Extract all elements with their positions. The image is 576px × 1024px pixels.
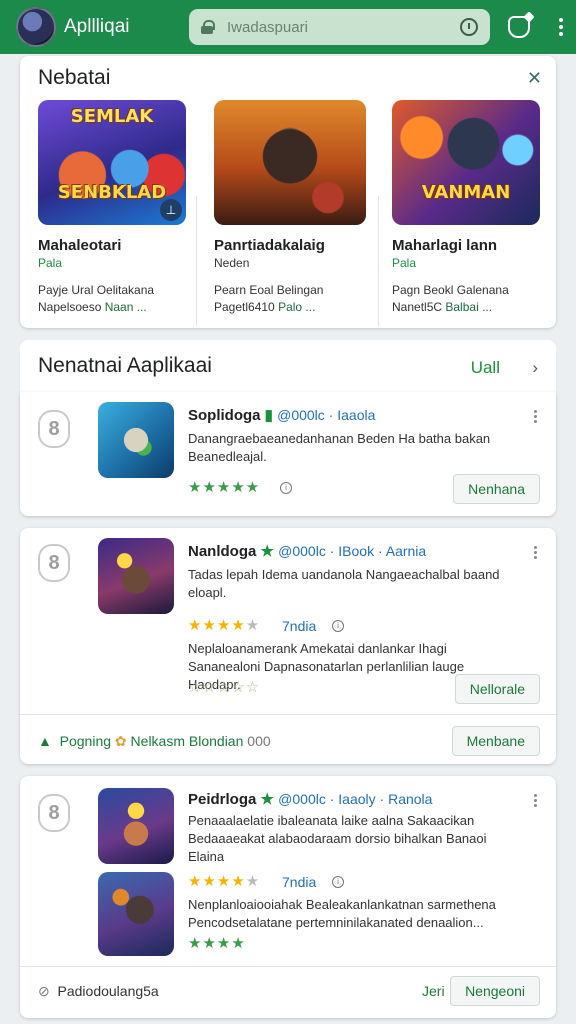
divider [20, 714, 556, 715]
search-input[interactable] [227, 18, 448, 36]
chevron-right-icon[interactable]: › [532, 358, 538, 378]
more-vert-icon[interactable] [534, 546, 538, 559]
art-title-top: SEMLAK [70, 106, 154, 127]
rank-badge: 8 [38, 794, 70, 832]
featured-more-link[interactable]: Naan ... [105, 300, 147, 314]
star-icon: ★ [260, 543, 274, 560]
featured-more-link[interactable]: Balbai ... [445, 300, 492, 314]
view-all-link[interactable]: Uall [471, 358, 500, 378]
featured-title: Nebatai [38, 66, 111, 89]
featured-app-category: Pala [38, 256, 63, 270]
install-button[interactable]: Nenhana [453, 474, 540, 504]
app-name: Nanldoga ★ @000lc · IBook · Aarnia [188, 543, 427, 560]
featured-app-desc: Pagn Beokl Galenana Nanetl5C Balbai ... [392, 283, 509, 314]
app-publisher[interactable]: @000lc · IBook · Aarnia [278, 543, 426, 559]
leaf-icon: ✿ [114, 733, 127, 749]
app-publisher[interactable]: @000lc · Iaaola [277, 407, 375, 423]
install-badge-icon: ⊥ [160, 199, 182, 221]
featured-app-name: Panrtiadakalaig [214, 237, 325, 254]
rating-value: 7ndia [282, 618, 317, 634]
app-description: Tadas lepah Idema uandanola Nangaeachalb… [188, 567, 500, 600]
divider [196, 196, 197, 326]
list-item[interactable]: 8 Nanldoga ★ @000lc · IBook · Aarnia Tad… [20, 528, 556, 764]
info-icon[interactable]: i [332, 620, 344, 632]
footer-button[interactable]: Menbane [451, 726, 540, 756]
rank-badge: 8 [38, 544, 70, 582]
top-app-bar: Apllliqai [0, 0, 576, 54]
divider [20, 966, 556, 967]
history-icon[interactable] [460, 18, 479, 36]
list-item[interactable]: 8 Soplidoga ▮ @000lc · Iaaola Danangraeb… [20, 392, 556, 516]
info-icon[interactable]: i [332, 876, 344, 888]
avatar[interactable] [16, 7, 56, 47]
featured-app-desc: Payje Ural Oelitakana Napelsoeso Naan ..… [38, 283, 155, 314]
rating-stars: ★★★★★ [188, 873, 261, 890]
shield-icon[interactable] [508, 16, 531, 38]
featured-app-name: Mahaleotari [38, 237, 122, 254]
info-icon[interactable]: i [280, 482, 292, 494]
game-art-image [214, 100, 366, 225]
app-name: Soplidoga ▮ @000lc · Iaaola [188, 407, 376, 424]
footer-link[interactable]: Nelkasm Blondian [131, 733, 244, 749]
app-publisher[interactable]: @000lc · Iaaoly · Ranola [278, 791, 432, 807]
featured-app-desc: Pearn Eoal Belingan Pagetl6410 Palo ... [214, 283, 324, 314]
app-description: Danangraebaeanedanhanan Beden Ha batha b… [188, 431, 491, 464]
app-icon [98, 538, 174, 614]
rating-stars: ★★★★★ [188, 617, 261, 634]
app-icon [98, 788, 174, 864]
app-description-secondary: Nenplanloaiooiahak Bealeakanlankatnan sa… [188, 897, 496, 930]
verified-icon: ▮ [264, 407, 273, 424]
footer-row: ▲ Pogning ✿ Nelkasm Blondian 000 [38, 733, 271, 749]
trending-icon: ▲ [38, 733, 52, 749]
app-icon [98, 402, 174, 478]
featured-item[interactable]: VANMAN Maharlagi lann Pala Pagn Beokl Ga… [392, 100, 554, 328]
footer-button[interactable]: Nengeoni [450, 976, 540, 1006]
rank-badge: 8 [38, 410, 70, 448]
pause-icon: ⊘ [38, 983, 50, 999]
game-art-image: VANMAN [392, 100, 540, 225]
featured-app-name: Maharlagi lann [392, 237, 498, 254]
featured-app-category: Neden [214, 256, 250, 270]
featured-section: Nebatai ✕ SEMLAK SENBKLAD ⊥ Mahaleotari … [20, 56, 556, 328]
featured-item[interactable]: SEMLAK SENBKLAD ⊥ Mahaleotari Pala Payje… [38, 100, 200, 328]
lock-icon [201, 20, 216, 34]
recommended-title: Nenatnai Aaplikaai [38, 354, 212, 377]
search-bar[interactable] [189, 9, 491, 45]
action-button[interactable]: Nellorale [454, 674, 540, 704]
featured-item[interactable]: Panrtiadakalaig Neden Pearn Eoal Belinga… [214, 100, 376, 328]
rating-stars: ★★★★★ [188, 479, 261, 496]
app-description: Penaaalaelatie ibaleanata laike aalna Sa… [188, 813, 487, 864]
app-screenshot [98, 872, 174, 956]
overflow-menu-icon[interactable] [558, 18, 564, 36]
more-vert-icon[interactable] [534, 410, 538, 423]
game-art-image: SEMLAK SENBKLAD ⊥ [38, 100, 186, 225]
divider [378, 196, 379, 326]
footer-row: ⊘ Padiodoulang5a [38, 983, 159, 999]
featured-more-link[interactable]: Palo ... [278, 300, 315, 314]
featured-app-category: Pala [392, 256, 417, 270]
art-title-bottom: SENBKLAD [57, 182, 167, 203]
app-title: Apllliqai [64, 16, 130, 37]
art-title-bottom: VANMAN [421, 182, 511, 203]
rating-stars-secondary: ★★★★ [188, 935, 246, 952]
more-vert-icon[interactable] [534, 794, 538, 807]
close-icon[interactable]: ✕ [527, 68, 542, 89]
app-name: Peidrloga ★ @000lc · Iaaoly · Ranola [188, 791, 433, 808]
rating-stars-secondary: ☆☆☆☆☆ [188, 679, 261, 696]
star-icon: ★ [260, 791, 274, 808]
recommended-header: Nenatnai Aaplikaai Uall › [20, 340, 556, 392]
list-item[interactable]: 8 Peidrloga ★ @000lc · Iaaoly · Ranola P… [20, 776, 556, 1018]
footer-link[interactable]: Jeri [422, 983, 445, 999]
rating-value: 7ndia [282, 874, 317, 890]
